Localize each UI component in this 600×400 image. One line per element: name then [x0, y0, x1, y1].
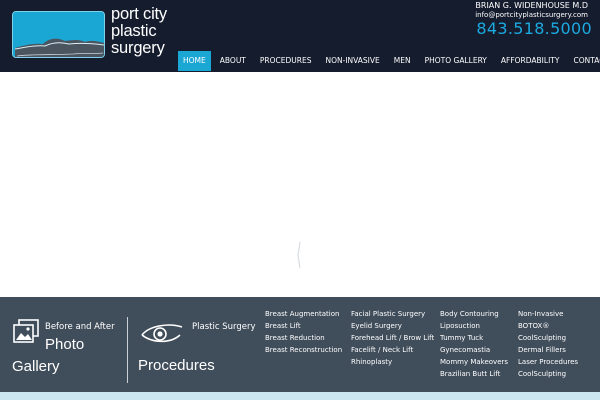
eye-icon[interactable]: [140, 321, 184, 347]
nav-about[interactable]: ABOUT: [215, 51, 251, 71]
email-link[interactable]: info@portcityplasticsurgery.com: [475, 11, 588, 19]
footer-link[interactable]: Facial Plastic Surgery: [351, 308, 434, 320]
footer-link[interactable]: Mommy Makeovers: [440, 356, 508, 368]
nav-affordability[interactable]: AFFORDABILITY: [496, 51, 565, 71]
footer-link[interactable]: Eyelid Surgery: [351, 320, 434, 332]
phone-number[interactable]: 843.518.5000: [476, 19, 592, 38]
footer-link[interactable]: Brazilian Butt Lift: [440, 368, 508, 380]
main-nav: HOME ABOUT PROCEDURES NON-INVASIVE MEN P…: [178, 51, 600, 71]
site-footer: Before and After Photo Gallery Plastic S…: [0, 297, 600, 400]
footer-link[interactable]: Tummy Tuck: [440, 332, 508, 344]
site-header: port city plastic surgery BRIAN G. WIDEN…: [0, 0, 600, 72]
procedure-column-non-invasive: Non-Invasive BOTOX® CoolSculpting Dermal…: [518, 308, 578, 380]
footer-bottom-strip: [0, 392, 600, 400]
nav-procedures[interactable]: PROCEDURES: [255, 51, 317, 71]
footer-link[interactable]: CoolSculpting: [518, 368, 578, 380]
nav-men[interactable]: MEN: [389, 51, 416, 71]
footer-link[interactable]: Breast Lift: [265, 320, 342, 332]
doctor-name: BRIAN G. WIDENHOUSE M.D: [475, 1, 588, 10]
gallery-title-line-1[interactable]: Photo: [45, 336, 84, 353]
slider-handle-icon[interactable]: [296, 240, 303, 270]
nav-photo-gallery[interactable]: PHOTO GALLERY: [420, 51, 492, 71]
footer-link[interactable]: Dermal Fillers: [518, 344, 578, 356]
footer-link[interactable]: Forehead Lift / Brow Lift: [351, 332, 434, 344]
footer-link[interactable]: Breast Augmentation: [265, 308, 342, 320]
photos-icon[interactable]: [12, 319, 40, 345]
footer-link[interactable]: Liposuction: [440, 320, 508, 332]
footer-link[interactable]: Non-Invasive: [518, 308, 578, 320]
reclining-figure-icon: [13, 12, 104, 57]
procedure-column-body: Body Contouring Liposuction Tummy Tuck G…: [440, 308, 508, 380]
footer-link[interactable]: Facelift / Neck Lift: [351, 344, 434, 356]
footer-link[interactable]: BOTOX®: [518, 320, 578, 332]
footer-link[interactable]: Gynecomastia: [440, 344, 508, 356]
logo-image[interactable]: [12, 11, 105, 58]
procedures-title[interactable]: Procedures: [138, 357, 215, 374]
procedure-column-face: Facial Plastic Surgery Eyelid Surgery Fo…: [351, 308, 434, 368]
gallery-title-line-2[interactable]: Gallery: [12, 358, 60, 375]
hero-area: [0, 72, 600, 297]
footer-link[interactable]: Rhinoplasty: [351, 356, 434, 368]
nav-contact[interactable]: CONTACT: [568, 51, 600, 71]
footer-link[interactable]: Breast Reduction: [265, 332, 342, 344]
footer-divider: [127, 317, 128, 383]
logo-line-2: plastic: [111, 22, 157, 40]
logo-line-1: port city: [111, 5, 167, 23]
footer-link[interactable]: Breast Reconstruction: [265, 344, 342, 356]
nav-home[interactable]: HOME: [178, 51, 211, 71]
footer-link[interactable]: Laser Procedures: [518, 356, 578, 368]
footer-link[interactable]: CoolSculpting: [518, 332, 578, 344]
gallery-subtitle[interactable]: Before and After: [45, 322, 115, 332]
nav-non-invasive[interactable]: NON-INVASIVE: [320, 51, 384, 71]
footer-link[interactable]: Body Contouring: [440, 308, 508, 320]
procedure-column-breast: Breast Augmentation Breast Lift Breast R…: [265, 308, 342, 356]
logo-wordmark[interactable]: port city plastic surgery: [111, 6, 173, 57]
logo-line-3: surgery: [111, 39, 165, 57]
procedures-subtitle[interactable]: Plastic Surgery: [192, 322, 255, 332]
